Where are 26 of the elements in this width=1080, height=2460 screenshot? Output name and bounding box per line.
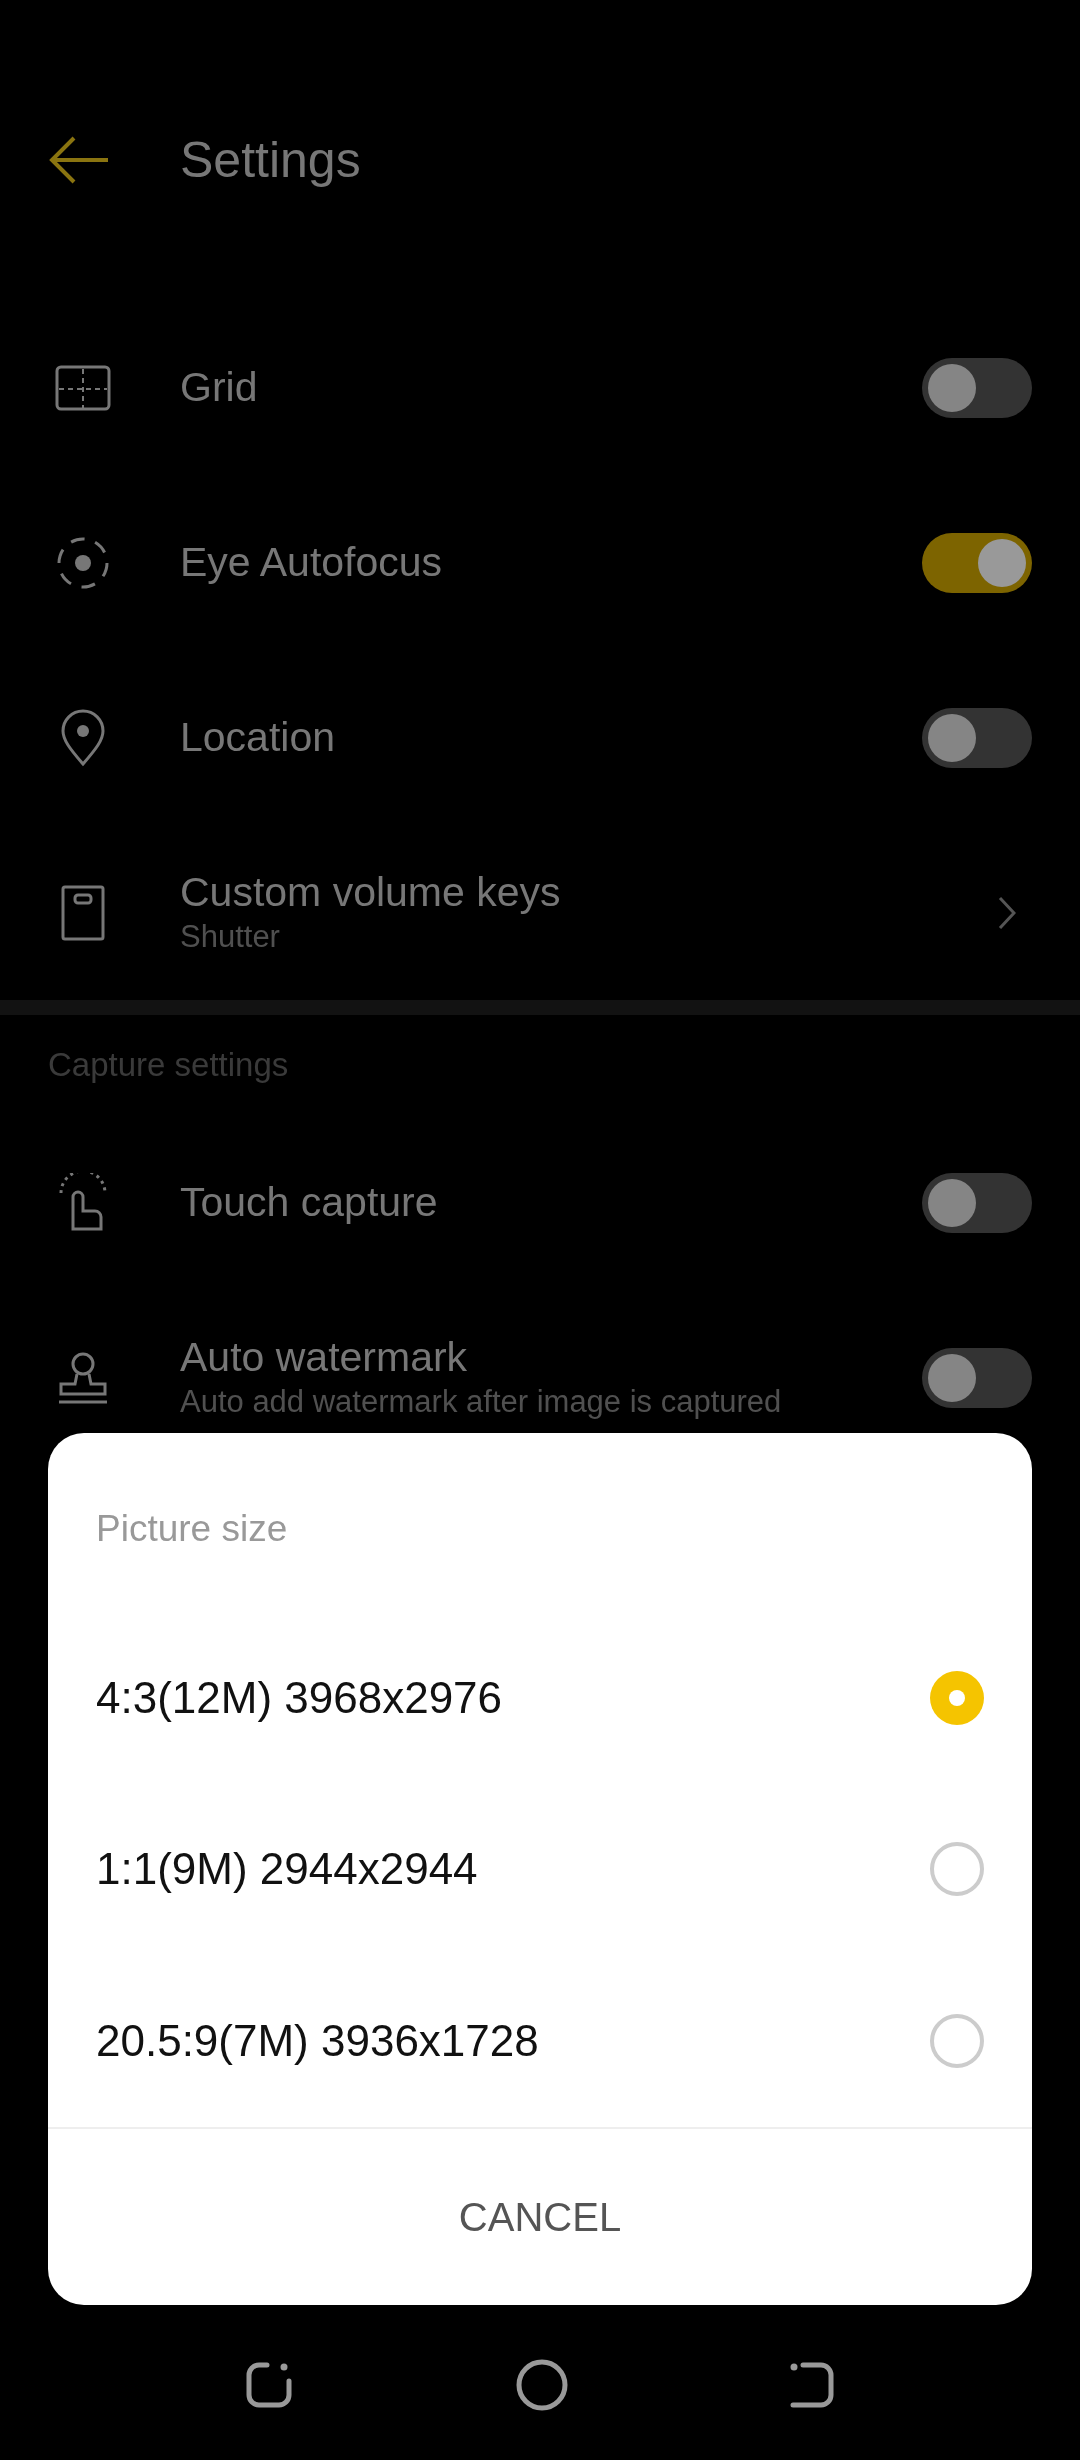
setting-label: Eye Autofocus bbox=[180, 537, 444, 587]
grid-icon bbox=[55, 364, 111, 411]
setting-label: Touch capture bbox=[180, 1177, 439, 1227]
setting-subtitle: Shutter bbox=[180, 917, 281, 956]
setting-label: Grid bbox=[180, 362, 259, 412]
setting-label: Custom volume keys bbox=[180, 867, 562, 917]
location-pin-icon bbox=[60, 708, 106, 767]
back-arrow-icon[interactable] bbox=[48, 135, 110, 185]
recents-icon[interactable] bbox=[245, 2361, 295, 2409]
home-icon[interactable] bbox=[515, 2358, 569, 2412]
setting-label: Auto watermark bbox=[180, 1332, 469, 1382]
cancel-button[interactable]: CANCEL bbox=[48, 2129, 1032, 2306]
phone-icon bbox=[61, 884, 105, 941]
radio-button[interactable] bbox=[930, 1670, 984, 1725]
radio-button[interactable] bbox=[930, 1842, 984, 1897]
size-option[interactable]: 20.5:9(7M) 3936x1728 bbox=[48, 1955, 1032, 2128]
dialog-title: Picture size bbox=[95, 1507, 289, 1551]
back-icon[interactable] bbox=[789, 2361, 835, 2409]
screen-title: Settings bbox=[180, 130, 361, 190]
chevron-icon[interactable] bbox=[998, 895, 1016, 930]
radio-button[interactable] bbox=[930, 2014, 984, 2069]
setting-label: Location bbox=[180, 712, 336, 762]
section-title: Capture settings bbox=[47, 1045, 290, 1086]
size-option[interactable]: 4:3(12M) 3968x2976 bbox=[48, 1611, 1032, 1784]
setting-subtitle: Auto add watermark after image is captured bbox=[180, 1382, 783, 1421]
size-option[interactable]: 1:1(9M) 2944x2944 bbox=[48, 1783, 1032, 1956]
